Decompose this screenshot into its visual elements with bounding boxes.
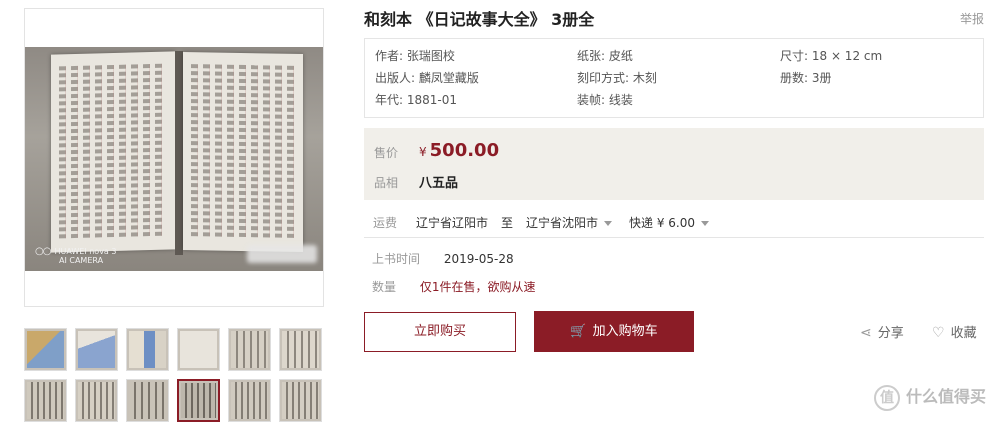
attr-paper: 纸张: 皮纸 [577, 49, 633, 63]
currency-symbol: ¥ [419, 145, 427, 159]
share-button[interactable]: ⋖ 分享 [860, 322, 904, 341]
shipping-method-select[interactable]: 快递 ¥ 6.00 [629, 214, 709, 231]
add-to-cart-button[interactable]: 🛒 加入购物车 [534, 311, 694, 352]
book-page-left [51, 51, 175, 253]
price-box: 售价 ¥500.00 品相 八五品 [364, 128, 984, 200]
condition-value: 八五品 [419, 176, 459, 191]
thumbnail-7[interactable] [24, 379, 67, 422]
thumbnail-12[interactable] [279, 379, 322, 422]
book-photo: ○○ HUAWEI nova 3 AI CAMERA [25, 47, 323, 271]
shipping-row: 运费 辽宁省辽阳市 至 辽宁省沈阳市 快递 ¥ 6.00 [364, 208, 984, 238]
favorite-label: 收藏 [950, 326, 977, 341]
shipping-to-select[interactable]: 辽宁省沈阳市 [526, 214, 613, 231]
listed-label: 上书时间 [372, 252, 421, 266]
attr-publisher: 出版人: 麟凤堂藏版 [375, 71, 479, 85]
listed-date: 2019-05-28 [443, 252, 514, 266]
shipping-to-value: 辽宁省沈阳市 [526, 216, 599, 230]
buy-now-button[interactable]: 立即购买 [364, 312, 516, 352]
thumbnail-10-selected[interactable] [177, 379, 220, 422]
blurred-region [247, 245, 317, 263]
brand-logo-icon: 值 [873, 384, 900, 411]
report-link[interactable]: 举报 [960, 10, 984, 27]
listed-row: 上书时间 2019-05-28 [372, 250, 514, 267]
stock-notice: 仅1件在售，欲购从速 [419, 280, 536, 294]
attr-size: 尺寸: 18 × 12 cm [780, 49, 883, 63]
price-label: 售价 [374, 146, 399, 160]
chevron-down-icon [700, 221, 709, 226]
thumbnail-8[interactable] [75, 379, 118, 422]
thumbnail-9[interactable] [126, 379, 169, 422]
thumbnail-4[interactable] [177, 328, 220, 371]
shipping-from: 辽宁省辽阳市 [416, 216, 489, 230]
watermark-line2: AI CAMERA [59, 256, 104, 265]
thumbnail-5[interactable] [228, 328, 271, 371]
shipping-to-word: 至 [501, 216, 514, 230]
attr-print-method: 刻印方式: 木刻 [577, 71, 657, 85]
share-label: 分享 [877, 326, 904, 341]
heart-icon: ♡ [932, 325, 945, 341]
brand-watermark: 值什么值得买 [873, 383, 986, 411]
attr-author: 作者: 张瑞图校 [375, 49, 455, 63]
price-value: ¥500.00 [419, 140, 499, 161]
brand-text: 什么值得买 [905, 387, 986, 406]
price-number: 500.00 [429, 140, 500, 161]
thumbnail-2[interactable] [75, 328, 118, 371]
shipping-label: 运费 [373, 216, 398, 230]
attr-volumes: 册数: 3册 [780, 71, 832, 85]
share-icon: ⋖ [860, 325, 872, 341]
favorite-button[interactable]: ♡ 收藏 [932, 322, 977, 341]
thumbnail-11[interactable] [228, 379, 271, 422]
camera-logo-icon: ○○ [35, 246, 51, 257]
add-to-cart-label: 加入购物车 [592, 324, 658, 339]
cart-icon: 🛒 [570, 324, 587, 339]
watermark-line1: HUAWEI nova 3 [54, 247, 117, 256]
thumbnail-6[interactable] [279, 328, 322, 371]
thumbnail-1[interactable] [24, 328, 67, 371]
book-binding [175, 51, 183, 255]
attr-binding: 装帧: 线装 [577, 93, 633, 107]
thumbnail-3[interactable] [126, 328, 169, 371]
main-product-image[interactable]: ○○ HUAWEI nova 3 AI CAMERA [24, 8, 324, 307]
condition-label: 品相 [374, 176, 399, 190]
camera-watermark: ○○ HUAWEI nova 3 AI CAMERA [35, 246, 117, 266]
attributes-box: 作者: 张瑞图校 纸张: 皮纸 尺寸: 18 × 12 cm 出版人: 麟凤堂藏… [364, 38, 984, 118]
chevron-down-icon [604, 221, 613, 226]
quantity-label: 数量 [372, 280, 397, 294]
attr-year: 年代: 1881-01 [375, 93, 457, 107]
product-title: 和刻本 《日记故事大全》 3册全 [364, 10, 595, 29]
quantity-row: 数量 仅1件在售，欲购从速 [372, 278, 535, 295]
book-page-right [183, 51, 303, 253]
shipping-method-value: 快递 ¥ 6.00 [629, 216, 695, 230]
